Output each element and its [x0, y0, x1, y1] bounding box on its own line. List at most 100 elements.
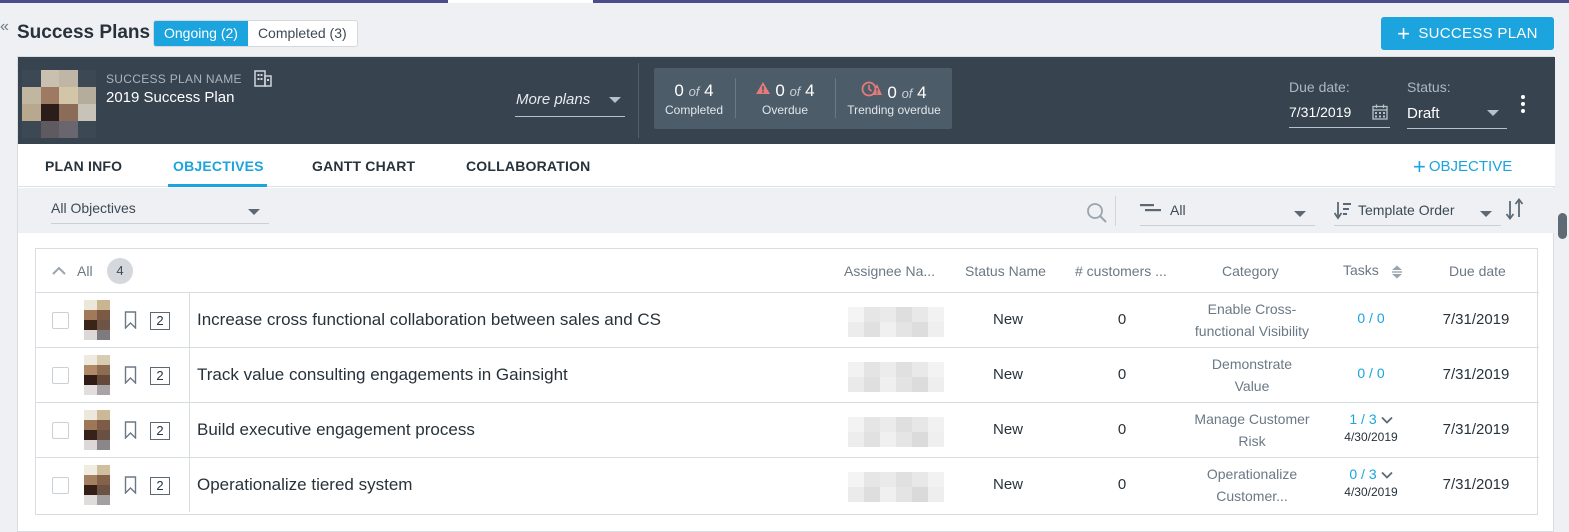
- sort-icon[interactable]: [1391, 265, 1403, 279]
- plan-stats: 0 of 4 Completed 0 of 4 Overdue 0 of 4 T…: [654, 68, 952, 129]
- assignee-avatar: [848, 472, 944, 502]
- row-checkbox[interactable]: [52, 477, 69, 494]
- category-line: Customer...: [1216, 488, 1288, 504]
- due-date-cell: 7/31/2019: [1442, 311, 1510, 328]
- bookmark-icon[interactable]: [124, 476, 137, 494]
- plan-state-toggle: Ongoing (2) Completed (3): [153, 20, 358, 47]
- objective-name[interactable]: Track value consulting engagements in Ga…: [197, 365, 568, 385]
- sort-dropdown[interactable]: Template Order: [1334, 196, 1501, 226]
- objectives-filter-dropdown[interactable]: All Objectives: [51, 194, 269, 224]
- search-icon[interactable]: [1086, 202, 1108, 224]
- add-objective-button[interactable]: + OBJECTIVE: [1413, 154, 1512, 180]
- chevron-down-icon[interactable]: [1380, 416, 1393, 424]
- category-cell: Enable Cross-functional Visibility: [1186, 298, 1318, 342]
- trending-total: 4: [917, 83, 927, 102]
- plus-icon: +: [1397, 20, 1411, 46]
- table-row[interactable]: 2 Build executive engagement process New…: [36, 403, 1539, 458]
- objective-name[interactable]: Build executive engagement process: [197, 420, 475, 440]
- of-text: of: [688, 84, 700, 99]
- page-title: Success Plans: [17, 22, 151, 43]
- building-icon[interactable]: [254, 70, 272, 87]
- objectives-grid: All 4 Assignee Na... Status Name # custo…: [35, 248, 1539, 515]
- objective-name[interactable]: Operationalize tiered system: [197, 475, 412, 495]
- tasks-cell[interactable]: 1 / 3 4/30/2019: [1326, 411, 1416, 444]
- bookmark-icon[interactable]: [124, 366, 137, 384]
- objective-name[interactable]: Increase cross functional collaboration …: [197, 310, 661, 330]
- status-value: Draft: [1407, 105, 1440, 122]
- sort-value: Template Order: [1358, 202, 1455, 218]
- filter-icon: [1140, 204, 1161, 212]
- column-tasks[interactable]: Tasks: [1343, 262, 1379, 278]
- caret-down-icon: [248, 209, 260, 215]
- category-cell: Demonstrate Value: [1186, 353, 1318, 397]
- kebab-icon[interactable]: [1517, 95, 1529, 115]
- table-row[interactable]: 2 Operationalize tiered system New 0 Ope…: [36, 458, 1539, 513]
- status-cell: New: [992, 311, 1023, 328]
- category-line: Manage Customer: [1194, 411, 1310, 427]
- tab-plan-info[interactable]: PLAN INFO: [45, 158, 122, 174]
- bookmark-icon[interactable]: [124, 421, 137, 439]
- completed-label: Completed: [664, 103, 724, 117]
- completed-tab[interactable]: Completed (3): [248, 21, 357, 46]
- category-line: Risk: [1238, 433, 1266, 449]
- row-divider: [189, 403, 190, 457]
- row-checkbox[interactable]: [52, 422, 69, 439]
- top-accent-bar: [0, 0, 1569, 3]
- tab-collaboration[interactable]: COLLABORATION: [466, 158, 590, 174]
- tasks-cell[interactable]: 0 / 3 4/30/2019: [1326, 466, 1416, 499]
- more-plans-dropdown[interactable]: More plans: [515, 87, 625, 117]
- row-count-badge: 2: [150, 367, 170, 385]
- tab-gantt-chart[interactable]: GANTT CHART: [312, 158, 415, 174]
- chevron-down-icon[interactable]: [1380, 471, 1393, 479]
- clock-warning-icon: [861, 81, 883, 97]
- tab-objectives[interactable]: OBJECTIVES: [173, 158, 264, 174]
- trending-label: Trending overdue: [847, 103, 941, 117]
- add-objective-label: OBJECTIVE: [1428, 158, 1513, 175]
- calendar-icon[interactable]: [1372, 104, 1388, 120]
- toolbar-divider: [1115, 196, 1116, 226]
- category-line: Value: [1234, 378, 1270, 394]
- overdue-label: Overdue: [761, 103, 809, 117]
- ongoing-tab[interactable]: Ongoing (2): [154, 21, 248, 46]
- row-divider: [189, 293, 190, 347]
- sort-order-icon[interactable]: [1505, 198, 1525, 220]
- category-line: functional Visibility: [1194, 323, 1310, 339]
- column-status[interactable]: Status Name: [965, 263, 1046, 279]
- row-count-badge: 2: [150, 422, 170, 440]
- tasks-value: 0 / 0: [1357, 365, 1385, 381]
- status-dropdown[interactable]: Draft: [1407, 101, 1507, 129]
- avatar: [84, 410, 110, 450]
- tasks-cell[interactable]: 0 / 0: [1326, 310, 1416, 326]
- status-filter-dropdown[interactable]: All: [1140, 196, 1315, 226]
- completed-count: 0: [674, 81, 684, 100]
- category-line: Operationalize: [1206, 466, 1298, 482]
- plan-name-label: SUCCESS PLAN NAME: [106, 72, 242, 86]
- table-row[interactable]: 2 Track value consulting engagements in …: [36, 348, 1539, 403]
- completed-total: 4: [704, 81, 714, 100]
- tasks-cell[interactable]: 0 / 0: [1326, 365, 1416, 381]
- status-cell: New: [992, 421, 1023, 438]
- column-due-date[interactable]: Due date: [1449, 263, 1506, 279]
- tasks-value: 0 / 3: [1349, 466, 1377, 482]
- caret-down-icon: [1480, 211, 1492, 217]
- of-text: of: [789, 84, 801, 99]
- column-category[interactable]: Category: [1222, 263, 1279, 279]
- column-customers[interactable]: # customers ...: [1075, 263, 1167, 279]
- chevron-collapse-icon[interactable]: «: [0, 18, 12, 36]
- group-label: All: [77, 263, 93, 279]
- add-success-plan-button[interactable]: + SUCCESS PLAN: [1381, 17, 1554, 50]
- chevron-up-icon[interactable]: [52, 266, 66, 276]
- scrollbar-thumb[interactable]: [1558, 213, 1567, 239]
- bookmark-icon[interactable]: [124, 311, 137, 329]
- table-row[interactable]: 2 Increase cross functional collaboratio…: [36, 293, 1539, 348]
- avatar: [84, 355, 110, 395]
- row-checkbox[interactable]: [52, 367, 69, 384]
- more-plans-label: More plans: [516, 91, 591, 108]
- category-line: Enable Cross-: [1207, 301, 1297, 317]
- category-line: Demonstrate: [1211, 356, 1293, 372]
- column-assignee[interactable]: Assignee Na...: [844, 263, 935, 279]
- due-date-field[interactable]: 7/31/2019: [1289, 101, 1390, 128]
- group-count-badge: 4: [107, 258, 133, 284]
- row-checkbox[interactable]: [52, 312, 69, 329]
- objectives-filter-value: All Objectives: [51, 200, 136, 216]
